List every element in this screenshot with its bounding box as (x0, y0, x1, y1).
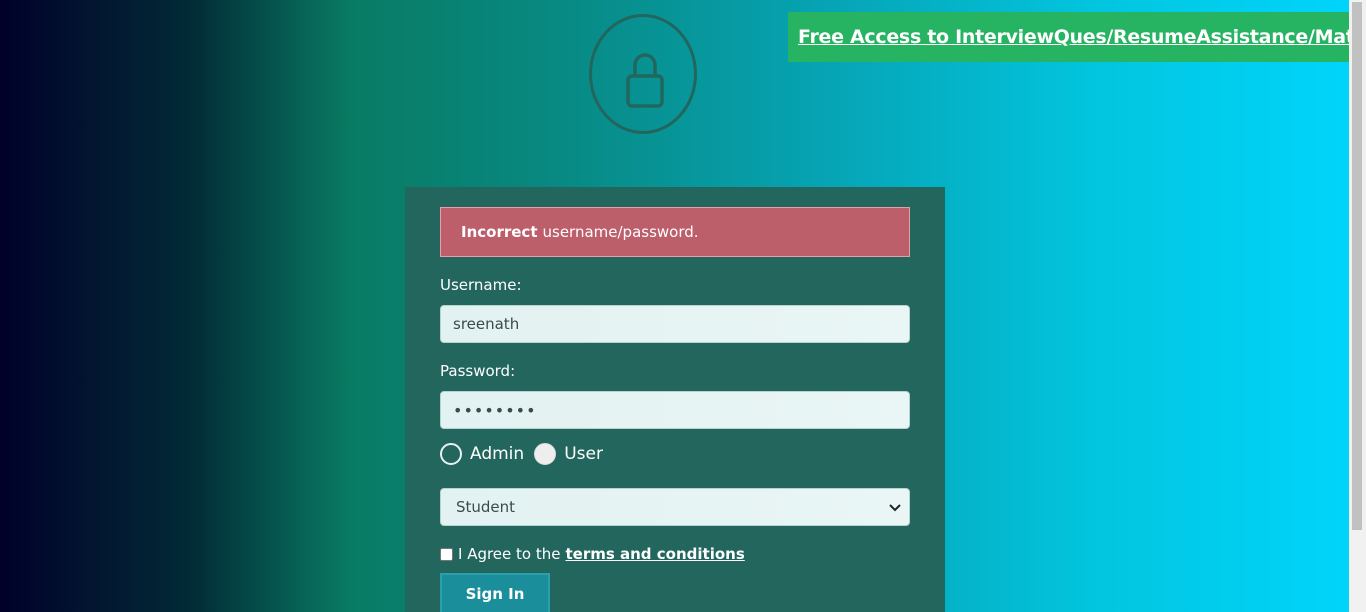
promo-link[interactable]: Free Access to InterviewQues/ResumeAssis… (798, 26, 1366, 48)
password-value: •••••••• (453, 400, 537, 420)
role-radio-group: Admin User (440, 443, 613, 465)
username-label: Username: (440, 276, 522, 294)
agree-row: I Agree to the terms and conditions (440, 545, 745, 563)
username-value: sreenath (453, 315, 520, 333)
radio-user[interactable] (534, 443, 557, 465)
login-card: Incorrect username/password. Username: s… (405, 187, 945, 612)
password-field[interactable]: •••••••• (440, 391, 910, 429)
lock-icon (589, 14, 697, 134)
promo-banner: Free Access to InterviewQues/ResumeAssis… (788, 12, 1366, 62)
radio-user-label: User (564, 444, 603, 464)
role-select[interactable]: Student (440, 488, 910, 526)
agree-checkbox[interactable] (440, 547, 453, 561)
scrollbar[interactable] (1349, 0, 1366, 612)
error-alert: Incorrect username/password. (440, 207, 910, 257)
chevron-down-icon (889, 498, 901, 516)
radio-admin-label: Admin (470, 444, 525, 464)
radio-admin[interactable] (440, 443, 462, 465)
alert-strong: Incorrect (461, 223, 538, 241)
terms-link[interactable]: terms and conditions (565, 545, 744, 563)
alert-message: username/password. (542, 223, 699, 241)
password-label: Password: (440, 362, 516, 380)
role-select-value: Student (456, 498, 516, 516)
username-field[interactable]: sreenath (440, 305, 910, 343)
agree-text: I Agree to the (458, 545, 561, 563)
scrollbar-thumb[interactable] (1352, 2, 1362, 530)
sign-in-button[interactable]: Sign In (440, 573, 550, 612)
